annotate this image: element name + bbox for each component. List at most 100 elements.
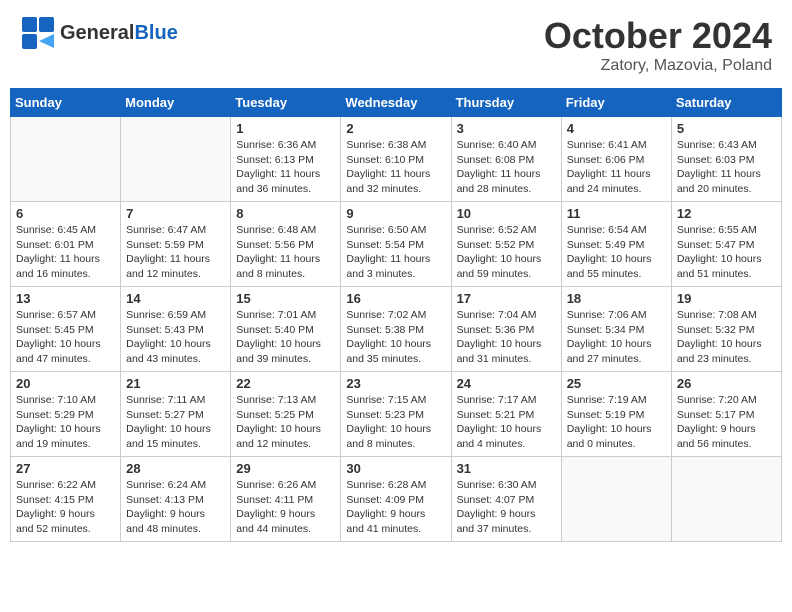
calendar-cell: 2 Sunrise: 6:38 AMSunset: 6:10 PMDaylight… [341, 117, 451, 202]
day-info: Sunrise: 7:06 AMSunset: 5:34 PMDaylight:… [567, 308, 666, 367]
day-info: Sunrise: 6:40 AMSunset: 6:08 PMDaylight:… [457, 138, 556, 197]
day-info: Sunrise: 6:54 AMSunset: 5:49 PMDaylight:… [567, 223, 666, 282]
day-number: 31 [457, 461, 556, 476]
col-header-friday: Friday [561, 89, 671, 117]
logo: GeneralBlue [20, 15, 178, 51]
day-number: 4 [567, 121, 666, 136]
day-number: 30 [346, 461, 445, 476]
day-number: 27 [16, 461, 115, 476]
calendar-week-1: 1Sunrise: 6:36 AMSunset: 6:13 PMDaylight… [11, 117, 782, 202]
day-number: 16 [346, 291, 445, 306]
calendar-cell [121, 117, 231, 202]
day-number: 12 [677, 206, 776, 221]
logo-general: GeneralBlue [60, 22, 178, 45]
location: Zatory, Mazovia, Poland [544, 57, 772, 75]
day-info: Sunrise: 7:11 AMSunset: 5:27 PMDaylight:… [126, 393, 225, 452]
col-header-sunday: Sunday [11, 89, 121, 117]
calendar-cell: 27 Sunrise: 6:22 AMSunset: 4:15 PMDayligh… [11, 457, 121, 542]
calendar-cell: 22 Sunrise: 7:13 AMSunset: 5:25 PMDayligh… [231, 372, 341, 457]
col-header-monday: Monday [121, 89, 231, 117]
day-number: 28 [126, 461, 225, 476]
calendar-cell: 21 Sunrise: 7:11 AMSunset: 5:27 PMDayligh… [121, 372, 231, 457]
calendar-week-5: 27 Sunrise: 6:22 AMSunset: 4:15 PMDayligh… [11, 457, 782, 542]
day-number: 6 [16, 206, 115, 221]
month-title: October 2024 [544, 15, 772, 57]
day-number: 25 [567, 376, 666, 391]
calendar-cell: 25 Sunrise: 7:19 AMSunset: 5:19 PMDayligh… [561, 372, 671, 457]
day-info: Sunrise: 6:57 AMSunset: 5:45 PMDaylight:… [16, 308, 115, 367]
day-number: 11 [567, 206, 666, 221]
calendar-cell: 16 Sunrise: 7:02 AMSunset: 5:38 PMDayligh… [341, 287, 451, 372]
calendar-cell: 24Sunrise: 7:17 AMSunset: 5:21 PMDayligh… [451, 372, 561, 457]
calendar-cell: 10 Sunrise: 6:52 AMSunset: 5:52 PMDayligh… [451, 202, 561, 287]
day-info: Sunrise: 6:24 AMSunset: 4:13 PMDaylight:… [126, 478, 225, 537]
day-number: 7 [126, 206, 225, 221]
calendar-week-2: 6 Sunrise: 6:45 AMSunset: 6:01 PMDaylight… [11, 202, 782, 287]
day-number: 2 [346, 121, 445, 136]
day-number: 20 [16, 376, 115, 391]
calendar-cell: 30Sunrise: 6:28 AMSunset: 4:09 PMDayligh… [341, 457, 451, 542]
col-header-wednesday: Wednesday [341, 89, 451, 117]
calendar-cell: 14Sunrise: 6:59 AMSunset: 5:43 PMDayligh… [121, 287, 231, 372]
day-info: Sunrise: 6:36 AMSunset: 6:13 PMDaylight:… [236, 138, 335, 197]
day-info: Sunrise: 6:30 AMSunset: 4:07 PMDaylight:… [457, 478, 556, 537]
day-info: Sunrise: 6:47 AMSunset: 5:59 PMDaylight:… [126, 223, 225, 282]
day-info: Sunrise: 7:19 AMSunset: 5:19 PMDaylight:… [567, 393, 666, 452]
day-number: 5 [677, 121, 776, 136]
day-info: Sunrise: 6:48 AMSunset: 5:56 PMDaylight:… [236, 223, 335, 282]
day-info: Sunrise: 7:10 AMSunset: 5:29 PMDaylight:… [16, 393, 115, 452]
day-number: 29 [236, 461, 335, 476]
calendar-cell: 19 Sunrise: 7:08 AMSunset: 5:32 PMDayligh… [671, 287, 781, 372]
calendar-cell: 26Sunrise: 7:20 AMSunset: 5:17 PMDayligh… [671, 372, 781, 457]
calendar-week-4: 20 Sunrise: 7:10 AMSunset: 5:29 PMDayligh… [11, 372, 782, 457]
day-number: 8 [236, 206, 335, 221]
calendar-cell: 29 Sunrise: 6:26 AMSunset: 4:11 PMDayligh… [231, 457, 341, 542]
calendar-cell: 3 Sunrise: 6:40 AMSunset: 6:08 PMDaylight… [451, 117, 561, 202]
calendar-cell: 8 Sunrise: 6:48 AMSunset: 5:56 PMDaylight… [231, 202, 341, 287]
day-number: 22 [236, 376, 335, 391]
day-info: Sunrise: 6:50 AMSunset: 5:54 PMDaylight:… [346, 223, 445, 282]
col-header-thursday: Thursday [451, 89, 561, 117]
calendar-cell: 15 Sunrise: 7:01 AMSunset: 5:40 PMDayligh… [231, 287, 341, 372]
logo-blue: Blue [134, 22, 177, 44]
calendar-cell [11, 117, 121, 202]
calendar-cell: 4 Sunrise: 6:41 AMSunset: 6:06 PMDaylight… [561, 117, 671, 202]
day-info: Sunrise: 6:45 AMSunset: 6:01 PMDaylight:… [16, 223, 115, 282]
day-number: 21 [126, 376, 225, 391]
day-info: Sunrise: 7:15 AMSunset: 5:23 PMDaylight:… [346, 393, 445, 452]
day-info: Sunrise: 6:52 AMSunset: 5:52 PMDaylight:… [457, 223, 556, 282]
day-number: 10 [457, 206, 556, 221]
day-number: 15 [236, 291, 335, 306]
title-block: October 2024 Zatory, Mazovia, Poland [544, 15, 772, 75]
day-info: Sunrise: 7:13 AMSunset: 5:25 PMDaylight:… [236, 393, 335, 452]
calendar-cell: 7 Sunrise: 6:47 AMSunset: 5:59 PMDaylight… [121, 202, 231, 287]
day-info: Sunrise: 6:22 AMSunset: 4:15 PMDaylight:… [16, 478, 115, 537]
col-header-tuesday: Tuesday [231, 89, 341, 117]
calendar-cell: 13Sunrise: 6:57 AMSunset: 5:45 PMDayligh… [11, 287, 121, 372]
day-info: Sunrise: 6:59 AMSunset: 5:43 PMDaylight:… [126, 308, 225, 367]
day-info: Sunrise: 6:55 AMSunset: 5:47 PMDaylight:… [677, 223, 776, 282]
calendar-table: SundayMondayTuesdayWednesdayThursdayFrid… [10, 88, 782, 542]
day-number: 19 [677, 291, 776, 306]
day-number: 17 [457, 291, 556, 306]
day-info: Sunrise: 6:43 AMSunset: 6:03 PMDaylight:… [677, 138, 776, 197]
calendar-cell: 11 Sunrise: 6:54 AMSunset: 5:49 PMDayligh… [561, 202, 671, 287]
day-info: Sunrise: 7:02 AMSunset: 5:38 PMDaylight:… [346, 308, 445, 367]
day-info: Sunrise: 7:01 AMSunset: 5:40 PMDaylight:… [236, 308, 335, 367]
calendar-cell: 17Sunrise: 7:04 AMSunset: 5:36 PMDayligh… [451, 287, 561, 372]
day-info: Sunrise: 7:17 AMSunset: 5:21 PMDaylight:… [457, 393, 556, 452]
day-number: 3 [457, 121, 556, 136]
calendar-cell: 1Sunrise: 6:36 AMSunset: 6:13 PMDaylight… [231, 117, 341, 202]
day-info: Sunrise: 6:26 AMSunset: 4:11 PMDaylight:… [236, 478, 335, 537]
day-info: Sunrise: 6:38 AMSunset: 6:10 PMDaylight:… [346, 138, 445, 197]
day-info: Sunrise: 7:08 AMSunset: 5:32 PMDaylight:… [677, 308, 776, 367]
calendar-header-row: SundayMondayTuesdayWednesdayThursdayFrid… [11, 89, 782, 117]
calendar-cell: 18Sunrise: 7:06 AMSunset: 5:34 PMDayligh… [561, 287, 671, 372]
day-number: 9 [346, 206, 445, 221]
calendar-cell: 28 Sunrise: 6:24 AMSunset: 4:13 PMDayligh… [121, 457, 231, 542]
day-info: Sunrise: 7:20 AMSunset: 5:17 PMDaylight:… [677, 393, 776, 452]
day-info: Sunrise: 6:41 AMSunset: 6:06 PMDaylight:… [567, 138, 666, 197]
day-number: 23 [346, 376, 445, 391]
calendar-cell: 31 Sunrise: 6:30 AMSunset: 4:07 PMDayligh… [451, 457, 561, 542]
calendar-cell: 6 Sunrise: 6:45 AMSunset: 6:01 PMDaylight… [11, 202, 121, 287]
